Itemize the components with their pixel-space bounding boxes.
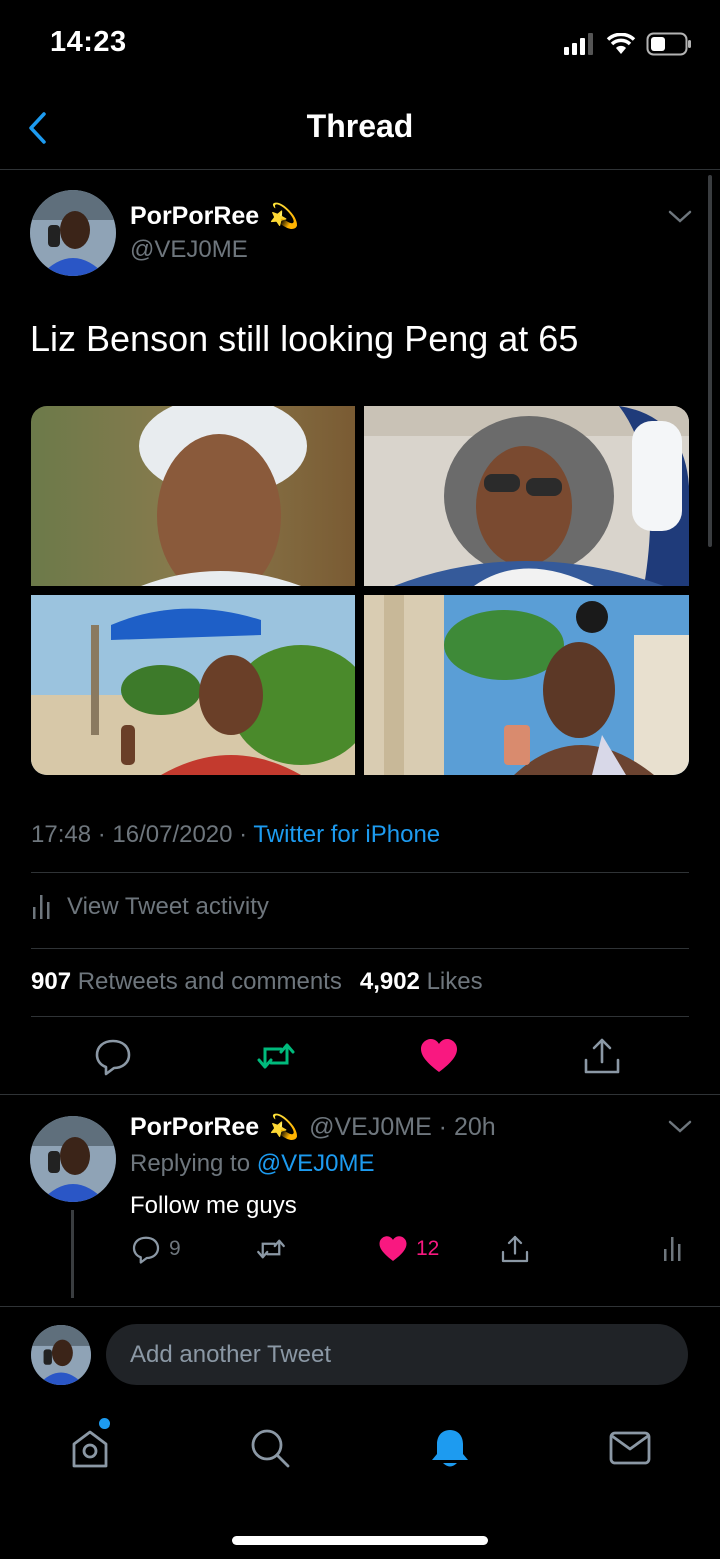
divider: [31, 1016, 689, 1017]
replying-handle[interactable]: @VEJ0ME: [257, 1150, 375, 1177]
author-name-text: PorPorRee: [130, 202, 260, 230]
reply-reply-button[interactable]: 9: [131, 1234, 181, 1264]
notifications-icon[interactable]: [428, 1426, 472, 1470]
tweet-text: Liz Benson still looking Peng at 65: [30, 318, 579, 359]
author-name[interactable]: PorPorRee 💫: [130, 202, 299, 231]
messages-icon[interactable]: [608, 1426, 652, 1470]
share-icon[interactable]: [582, 1036, 622, 1076]
activity-icon: [33, 895, 50, 919]
search-icon[interactable]: [248, 1426, 292, 1470]
divider: [0, 1094, 720, 1095]
add-tweet-input[interactable]: [106, 1324, 688, 1385]
tweet-stats: 907 Retweets and comments 4,902 Likes: [31, 968, 483, 996]
retweets-count: 907: [31, 968, 72, 995]
tweet-photo[interactable]: [364, 595, 689, 775]
reply-meta: @VEJ0ME · 20h: [309, 1113, 496, 1141]
status-time: 14:23: [50, 26, 127, 58]
avatar[interactable]: [30, 190, 116, 276]
retweet-icon[interactable]: [256, 1036, 296, 1076]
divider: [31, 948, 689, 949]
chevron-down-icon[interactable]: [666, 1116, 694, 1136]
share-icon: [501, 1235, 529, 1263]
reply-text: Follow me guys: [130, 1192, 297, 1219]
like-count: 12: [416, 1237, 440, 1260]
likes-label: Likes: [426, 968, 483, 995]
chevron-down-icon[interactable]: [666, 206, 694, 226]
reply-activity-button[interactable]: [662, 1234, 684, 1264]
avatar: [31, 1325, 91, 1385]
thread-connector: [71, 1210, 74, 1298]
timestamp-text: 17:48 · 16/07/2020 ·: [31, 821, 254, 848]
reply-icon: [132, 1236, 160, 1264]
tweet-photo[interactable]: [31, 406, 355, 586]
retweets-stat[interactable]: 907 Retweets and comments: [31, 968, 342, 996]
reply-count: 9: [169, 1237, 181, 1260]
tweet-source-link[interactable]: Twitter for iPhone: [253, 821, 440, 848]
activity-icon: [664, 1237, 681, 1261]
home-unread-dot: [99, 1418, 110, 1429]
reply-share-button[interactable]: [500, 1234, 530, 1264]
retweets-label: Retweets and comments: [77, 968, 342, 995]
status-icons: [564, 32, 692, 56]
signal-icon: [564, 33, 593, 55]
like-icon: [379, 1236, 407, 1261]
reply-header[interactable]: PorPorRee 💫 @VEJ0ME · 20h: [130, 1113, 496, 1142]
replying-prefix: Replying to: [130, 1150, 257, 1177]
reply-retweet-button[interactable]: [255, 1234, 287, 1264]
like-icon[interactable]: [419, 1036, 459, 1076]
tweet-photo[interactable]: [31, 595, 355, 775]
retweet-icon: [257, 1239, 285, 1259]
likes-count: 4,902: [359, 968, 420, 995]
wifi-icon: [606, 33, 636, 54]
reply-author-name: PorPorRee: [130, 1113, 260, 1141]
tweet-photo[interactable]: [364, 406, 689, 586]
activity-label: View Tweet activity: [67, 893, 269, 920]
dizzy-emoji: 💫: [269, 1114, 300, 1141]
avatar[interactable]: [30, 1116, 116, 1202]
dizzy-emoji: 💫: [269, 203, 300, 230]
home-icon[interactable]: [68, 1426, 112, 1470]
home-indicator[interactable]: [232, 1536, 488, 1545]
author-handle[interactable]: @VEJ0ME: [130, 236, 248, 264]
view-activity-row[interactable]: View Tweet activity: [31, 893, 269, 921]
nav-divider: [0, 169, 720, 170]
reply-like-button[interactable]: 12: [378, 1234, 439, 1264]
nav-title: Thread: [306, 108, 414, 144]
divider: [31, 872, 689, 873]
reply-icon[interactable]: [93, 1036, 133, 1076]
replying-to: Replying to @VEJ0ME: [130, 1150, 374, 1178]
scrollbar[interactable]: [708, 175, 712, 547]
likes-stat[interactable]: 4,902 Likes: [360, 968, 483, 996]
tweet-timestamp: 17:48 · 16/07/2020 · Twitter for iPhone: [31, 821, 440, 849]
battery-icon: [646, 32, 691, 56]
